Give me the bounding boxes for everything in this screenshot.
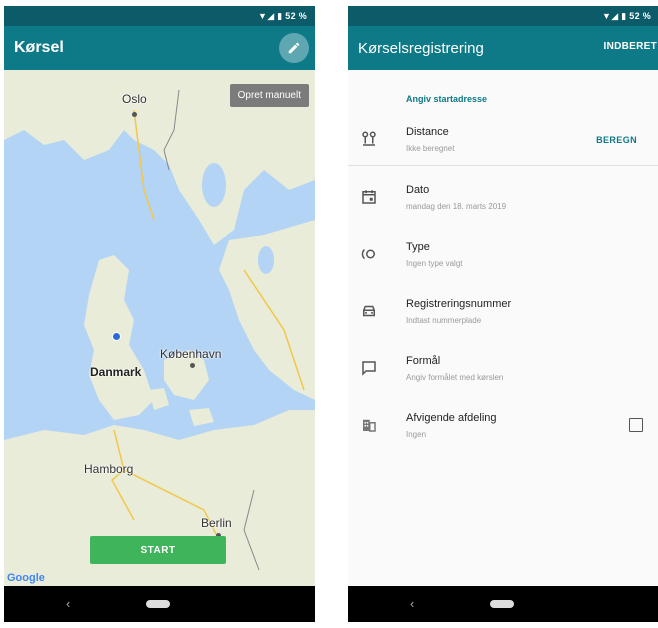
form-row-purpose[interactable]: Formål Angiv formålet med kørslen [348,337,658,394]
oslo-marker [132,112,137,117]
row-label: Distance [406,126,449,138]
row-label: Afvigende afdeling [406,412,497,424]
google-logo: Google [7,572,45,584]
start-button[interactable]: START [90,536,226,564]
home-button[interactable] [146,600,170,608]
row-value: Ingen [406,430,427,439]
calendar-icon [362,190,376,204]
start-address-link[interactable]: Angiv startadresse [348,70,658,104]
car-icon [363,305,375,317]
row-label: Dato [406,184,430,196]
type-icon [361,248,375,260]
map-label-denmark: Danmark [90,365,142,379]
page-title: Kørsel [14,39,64,56]
home-button[interactable] [490,600,514,608]
row-value: Ingen type valgt [406,259,463,268]
row-value: mandag den 18. marts 2019 [406,202,507,211]
form-row-department[interactable]: Afvigende afdeling Ingen [348,394,658,451]
form-row-date[interactable]: Dato mandag den 18. marts 2019 [348,166,658,223]
back-button[interactable]: ‹ [410,596,414,611]
form-row-registration[interactable]: Registreringsnummer Indtast nummerplade [348,280,658,337]
location-dot [112,332,121,341]
status-bar: ▼◢ ▮ 52 % [348,6,658,26]
row-value: Ikke beregnet [406,144,455,153]
map-land [4,70,315,590]
app-bar: Kørsel [4,26,315,70]
map-label-copenhagen: København [160,347,222,361]
status-bar: ▼◢ ▮ 52 % [4,6,315,26]
map-label-oslo: Oslo [122,92,147,106]
map-label-hamburg: Hamborg [84,462,134,476]
row-value: Angiv formålet med kørslen [406,373,504,382]
row-value: Indtast nummerplade [406,316,482,325]
nav-bar: ‹ [4,586,315,622]
status-indicators: ▼◢ ▮ 52 % [258,10,307,21]
calculate-button[interactable]: BEREGN [596,135,637,145]
registration-screen: ▼◢ ▮ 52 % Kørselsregistrering INDBERET A… [348,6,658,622]
message-icon [362,361,376,376]
map-screen: ▼◢ ▮ 52 % Kørsel Oslo Danmark København … [4,6,315,622]
distance-icon [362,131,376,146]
form-row-type[interactable]: Type Ingen type valgt [348,223,658,280]
page-title: Kørselsregistrering [358,39,484,57]
create-manually-button[interactable]: Opret manuelt [229,84,309,107]
copenhagen-marker [190,363,195,368]
submit-button[interactable]: INDBERET [603,41,657,52]
row-label: Type [406,241,430,253]
department-checkbox[interactable] [629,418,643,432]
form-row-distance[interactable]: Distance Ikke beregnet BEREGN [348,108,658,165]
back-button[interactable]: ‹ [66,596,70,611]
nav-bar: ‹ [348,586,658,622]
edit-button[interactable] [279,33,309,63]
map-view[interactable]: Oslo Danmark København Hamborg Berlin Op… [4,70,315,590]
row-label: Registreringsnummer [406,298,512,310]
map-label-berlin: Berlin [201,516,232,530]
pencil-icon [288,42,300,54]
status-indicators: ▼◢ ▮ 52 % [602,10,651,21]
row-label: Formål [406,355,441,367]
registration-form: Angiv startadresse Distance Ikke beregne… [348,70,658,451]
building-icon [363,419,376,432]
app-bar: Kørselsregistrering INDBERET [348,26,658,70]
